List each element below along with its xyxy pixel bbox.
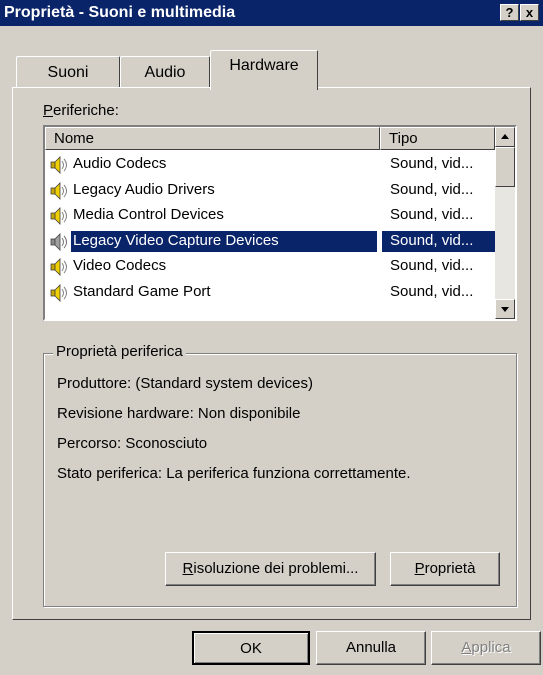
device-type: Sound, vid... [390, 206, 474, 224]
speaker-icon [50, 232, 67, 251]
ok-button[interactable]: OK [192, 631, 310, 665]
devices-list[interactable]: Nome Tipo Audio Codecs Sound, vid... Legac… [43, 125, 517, 321]
help-icon: ? [505, 5, 514, 20]
device-type: Sound, vid... [390, 180, 474, 198]
tab-hardware[interactable]: Hardware [210, 50, 318, 90]
speaker-icon [50, 207, 67, 226]
revision-text: Revisione hardware: Non disponibile [57, 405, 301, 422]
manufacturer-text: Produttore: (Standard system devices) [57, 375, 313, 392]
scroll-up-button[interactable] [495, 127, 515, 147]
device-type: Sound, vid... [390, 257, 474, 275]
speaker-icon [50, 284, 67, 302]
device-type: Sound, vid... [390, 283, 474, 300]
device-properties-title: Proprietà periferica [53, 343, 186, 360]
tab-strip: Suoni Audio Hardware [0, 50, 543, 90]
window-title: Proprietà - Suoni e multimedia [4, 4, 236, 21]
device-row[interactable]: Legacy Video Capture Devices Sound, vid..… [45, 229, 495, 254]
vertical-scrollbar[interactable] [495, 127, 515, 319]
column-header-type[interactable]: Tipo [380, 127, 495, 150]
arrow-down-icon [501, 307, 509, 312]
location-text: Percorso: Sconosciuto [57, 435, 208, 452]
tab-suoni[interactable]: Suoni [16, 56, 120, 88]
devices-label: Periferiche: [43, 102, 119, 119]
column-header-name[interactable]: Nome [45, 127, 380, 150]
device-row[interactable]: Video Codecs Sound, vid... [45, 254, 495, 279]
arrow-up-icon [501, 134, 509, 139]
device-properties-button[interactable]: Proprietà [390, 552, 500, 586]
device-type: Sound, vid... [382, 230, 495, 252]
device-name: Legacy Audio Drivers [73, 180, 215, 198]
device-row[interactable]: Audio Codecs Sound, vid... [45, 152, 495, 177]
device-row[interactable]: Media Control Devices Sound, vid... [45, 203, 495, 228]
close-icon: x [525, 5, 534, 20]
title-bar: Proprietà - Suoni e multimedia ? x [0, 0, 543, 26]
device-row[interactable]: Legacy Audio Drivers Sound, vid... [45, 178, 495, 203]
device-name: Media Control Devices [73, 206, 224, 224]
speaker-icon [50, 258, 67, 277]
device-name: Standard Game Port [73, 283, 211, 300]
status-text: Stato periferica: La periferica funziona… [57, 465, 411, 482]
device-name: Legacy Video Capture Devices [71, 230, 377, 252]
help-button[interactable]: ? [500, 4, 519, 21]
close-button[interactable]: x [520, 4, 539, 21]
device-type: Sound, vid... [390, 155, 474, 172]
cancel-button[interactable]: Annulla [316, 631, 426, 665]
tab-audio[interactable]: Audio [120, 56, 210, 88]
scroll-down-button[interactable] [495, 299, 515, 319]
device-name: Audio Codecs [73, 155, 167, 172]
scroll-thumb[interactable] [495, 147, 515, 187]
speaker-icon [50, 181, 67, 200]
troubleshoot-button[interactable]: Risoluzione dei problemi... [165, 552, 376, 586]
device-row[interactable]: Standard Game Port Sound, vid... [45, 280, 495, 305]
device-name: Video Codecs [73, 257, 167, 275]
speaker-icon [50, 156, 67, 174]
apply-button[interactable]: Applica [431, 631, 541, 665]
properties-dialog: Proprietà - Suoni e multimedia ? x Suoni… [0, 0, 543, 675]
